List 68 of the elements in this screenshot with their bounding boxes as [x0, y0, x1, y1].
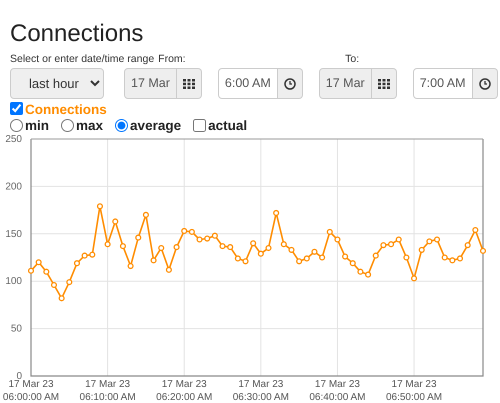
x-tick-label: 17 Mar 23 06:20:00 AM — [156, 379, 212, 403]
checkbox[interactable] — [193, 119, 206, 132]
data-point — [142, 212, 149, 218]
y-tick-label: 250 — [5, 134, 22, 145]
clock-icon — [284, 78, 296, 90]
x-tick-label: 17 Mar 23 06:40:00 AM — [309, 379, 366, 403]
data-point — [480, 248, 486, 254]
calendar-button[interactable] — [176, 68, 202, 99]
data-point — [273, 210, 280, 216]
data-point — [150, 257, 157, 264]
data-point — [66, 279, 72, 286]
data-point — [158, 244, 164, 252]
calendar-icon — [378, 78, 390, 88]
date-field[interactable]: 17 Mar — [124, 68, 177, 99]
calendar-icon — [182, 78, 195, 88]
data-point — [174, 244, 180, 250]
data-point — [365, 272, 372, 278]
option-label: average — [130, 118, 182, 133]
x-tick-label: 17 Mar 23 06:00:00 AM — [2, 379, 60, 403]
x-tick-label: 17 Mar 23 06:30:00 AM — [232, 379, 289, 403]
y-tick-label: 50 — [10, 324, 22, 335]
data-point — [380, 242, 386, 248]
time-field[interactable]: 6:00 AM — [218, 68, 278, 99]
y-tick-label: 150 — [5, 228, 22, 240]
option-label: actual — [208, 118, 248, 133]
x-tick-label: 17 Mar 23 06:10:00 AM — [80, 379, 136, 403]
radio-button[interactable] — [10, 119, 23, 132]
page-title: Connections — [9, 19, 144, 48]
from-label: From: — [158, 52, 187, 66]
data-point — [472, 226, 478, 234]
to-label: To: — [345, 52, 360, 66]
option-label: max — [76, 118, 104, 133]
range-label: Select or enter date/time range — [10, 52, 156, 66]
data-point — [50, 282, 58, 288]
data-point — [36, 259, 42, 266]
date-field[interactable]: 17 Mar — [318, 68, 372, 99]
data-point — [43, 268, 50, 275]
data-point — [135, 234, 142, 241]
clock-button[interactable] — [472, 68, 498, 99]
data-point — [28, 268, 34, 274]
option-label: min — [25, 118, 50, 133]
time-field[interactable]: 7:00 AM — [412, 68, 473, 99]
radio-button[interactable] — [61, 119, 74, 132]
data-point — [357, 268, 364, 275]
range-select[interactable]: last hour — [10, 68, 104, 99]
data-point — [403, 254, 410, 261]
data-point — [464, 242, 471, 248]
y-tick-label: 200 — [5, 181, 22, 192]
clock-icon — [478, 78, 491, 90]
data-point — [411, 275, 418, 282]
data-point — [120, 243, 126, 250]
data-point — [58, 295, 65, 302]
data-point — [319, 254, 326, 261]
data-point — [372, 252, 379, 259]
x-tick-label: 17 Mar 23 06:50:00 AM — [386, 379, 442, 403]
series-checkbox[interactable] — [10, 102, 23, 115]
series-label: Connections — [25, 102, 107, 117]
y-tick-label: 100 — [5, 276, 22, 288]
data-point — [128, 262, 134, 270]
data-point — [250, 240, 256, 246]
data-point — [96, 203, 103, 210]
radio-button[interactable] — [115, 119, 128, 132]
data-point — [418, 246, 425, 253]
clock-button[interactable] — [278, 68, 303, 99]
data-point — [104, 241, 111, 248]
calendar-button[interactable] — [372, 68, 397, 99]
data-point — [166, 266, 172, 273]
data-point — [112, 218, 118, 225]
